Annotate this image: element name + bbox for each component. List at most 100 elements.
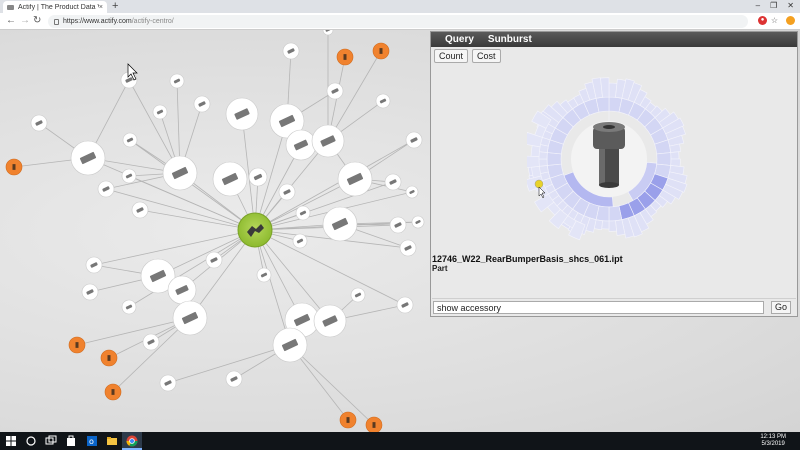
part-node[interactable]	[389, 216, 407, 234]
part-node[interactable]	[285, 129, 317, 161]
address-bar: ← → ↻ https://www.actify.com /actify-cen…	[0, 13, 800, 30]
tab-query[interactable]: Query	[445, 34, 474, 45]
part-node[interactable]	[212, 161, 248, 197]
part-node[interactable]	[375, 93, 391, 109]
part-node[interactable]	[70, 140, 106, 176]
sunburst-segment[interactable]	[601, 220, 610, 230]
reload-icon[interactable]: ↻	[33, 15, 41, 26]
part-node[interactable]	[81, 283, 99, 301]
forward-arrow-icon[interactable]: →	[20, 15, 30, 26]
leaf-part-node[interactable]	[365, 416, 383, 432]
metric-buttons: Count Cost	[434, 49, 501, 63]
part-node[interactable]	[272, 327, 308, 363]
leaf-part-node[interactable]	[68, 336, 86, 354]
part-node[interactable]	[169, 73, 185, 89]
part-node[interactable]	[256, 267, 272, 283]
part-node[interactable]	[152, 104, 168, 120]
windows-start-icon[interactable]	[5, 435, 17, 447]
tab-close-icon[interactable]: ×	[99, 4, 103, 11]
sunburst-segment[interactable]	[656, 152, 672, 166]
graph-edge	[76, 316, 191, 346]
part-node[interactable]	[162, 155, 198, 191]
outlook-app-icon[interactable]: o	[86, 435, 98, 447]
part-node[interactable]	[411, 215, 425, 229]
part-node[interactable]	[405, 131, 423, 149]
profile-avatar-icon[interactable]	[786, 16, 795, 25]
sunburst-segment[interactable]	[530, 145, 541, 157]
star-bookmark-icon[interactable]: ☆	[770, 16, 779, 25]
part-node[interactable]	[122, 132, 138, 148]
part-node[interactable]	[292, 233, 308, 249]
leaf-part-node[interactable]	[5, 158, 23, 176]
new-tab-button[interactable]: +	[112, 0, 118, 13]
graph-edges	[13, 30, 419, 426]
count-button[interactable]: Count	[434, 49, 469, 63]
part-node[interactable]	[326, 82, 344, 100]
part-node[interactable]	[225, 97, 259, 131]
part-node[interactable]	[337, 161, 373, 197]
go-button[interactable]: Go	[771, 301, 791, 314]
lock-icon	[54, 18, 59, 25]
leaf-part-node[interactable]	[339, 411, 357, 429]
query-panel: Query Sunburst Count Cost 12746_W22_Rear…	[430, 31, 798, 317]
url-field[interactable]: https://www.actify.com /actify-centro/	[48, 15, 748, 28]
close-window-button[interactable]: ✕	[787, 0, 794, 12]
browser-tab[interactable]: Actify | The Product Data V ×	[3, 1, 107, 13]
part-node[interactable]	[85, 256, 103, 274]
sunburst-segment[interactable]	[527, 155, 540, 168]
part-node[interactable]	[193, 95, 211, 113]
browser-tab-strip: Actify | The Product Data V × + – ❐ ✕	[0, 0, 800, 13]
sunburst-segment[interactable]	[546, 152, 562, 166]
part-node[interactable]	[282, 42, 300, 60]
system-clock[interactable]: 12:13 PM 5/3/2019	[760, 434, 786, 448]
maximize-button[interactable]: ❐	[770, 0, 777, 12]
part-node[interactable]	[399, 239, 417, 257]
part-node[interactable]	[350, 287, 366, 303]
part-node[interactable]	[384, 173, 402, 191]
leaf-part-node[interactable]	[104, 383, 122, 401]
cortana-search-icon[interactable]	[25, 435, 37, 447]
screw-part-icon	[571, 121, 647, 197]
part-node[interactable]	[159, 374, 177, 392]
leaf-part-node[interactable]	[100, 349, 118, 367]
file-explorer-icon[interactable]	[106, 435, 118, 447]
part-node[interactable]	[278, 183, 296, 201]
cost-button[interactable]: Cost	[472, 49, 501, 63]
leaf-part-node[interactable]	[372, 42, 390, 60]
window-controls: – ❐ ✕	[756, 0, 794, 12]
clock-date: 5/3/2019	[761, 441, 785, 447]
part-node[interactable]	[322, 30, 334, 36]
part-node[interactable]	[311, 124, 345, 158]
part-node[interactable]	[405, 185, 419, 199]
part-node[interactable]	[172, 300, 208, 336]
minimize-button[interactable]: –	[756, 0, 760, 12]
leaf-part-node[interactable]	[336, 48, 354, 66]
part-node[interactable]	[121, 168, 137, 184]
sunburst-chart[interactable]	[527, 74, 692, 244]
part-node[interactable]	[121, 299, 137, 315]
part-node[interactable]	[205, 251, 223, 269]
part-node[interactable]	[167, 275, 197, 305]
part-node[interactable]	[295, 205, 311, 221]
selected-part-name: 12746_W22_RearBumperBasis_shcs_061.ipt	[432, 254, 623, 264]
part-node[interactable]	[131, 201, 149, 219]
command-input[interactable]	[433, 301, 764, 314]
part-node[interactable]	[225, 370, 243, 388]
part-node[interactable]	[30, 114, 48, 132]
sunburst-segment[interactable]	[608, 220, 617, 232]
part-node[interactable]	[396, 296, 414, 314]
sunburst-segment[interactable]	[531, 165, 542, 179]
task-view-icon[interactable]	[45, 435, 57, 447]
part-node[interactable]	[142, 333, 160, 351]
root-assembly-node[interactable]	[237, 212, 273, 248]
part-node[interactable]	[313, 304, 347, 338]
part-node[interactable]	[322, 206, 358, 242]
back-arrow-icon[interactable]: ←	[6, 15, 16, 26]
part-node[interactable]	[248, 167, 268, 187]
sunburst-segment[interactable]	[670, 151, 680, 160]
extension-icon[interactable]: ●	[758, 16, 767, 25]
tab-sunburst[interactable]: Sunburst	[488, 34, 532, 45]
part-node[interactable]	[97, 180, 115, 198]
store-app-icon[interactable]	[65, 435, 77, 447]
taskbar-active-chrome[interactable]	[122, 432, 142, 450]
